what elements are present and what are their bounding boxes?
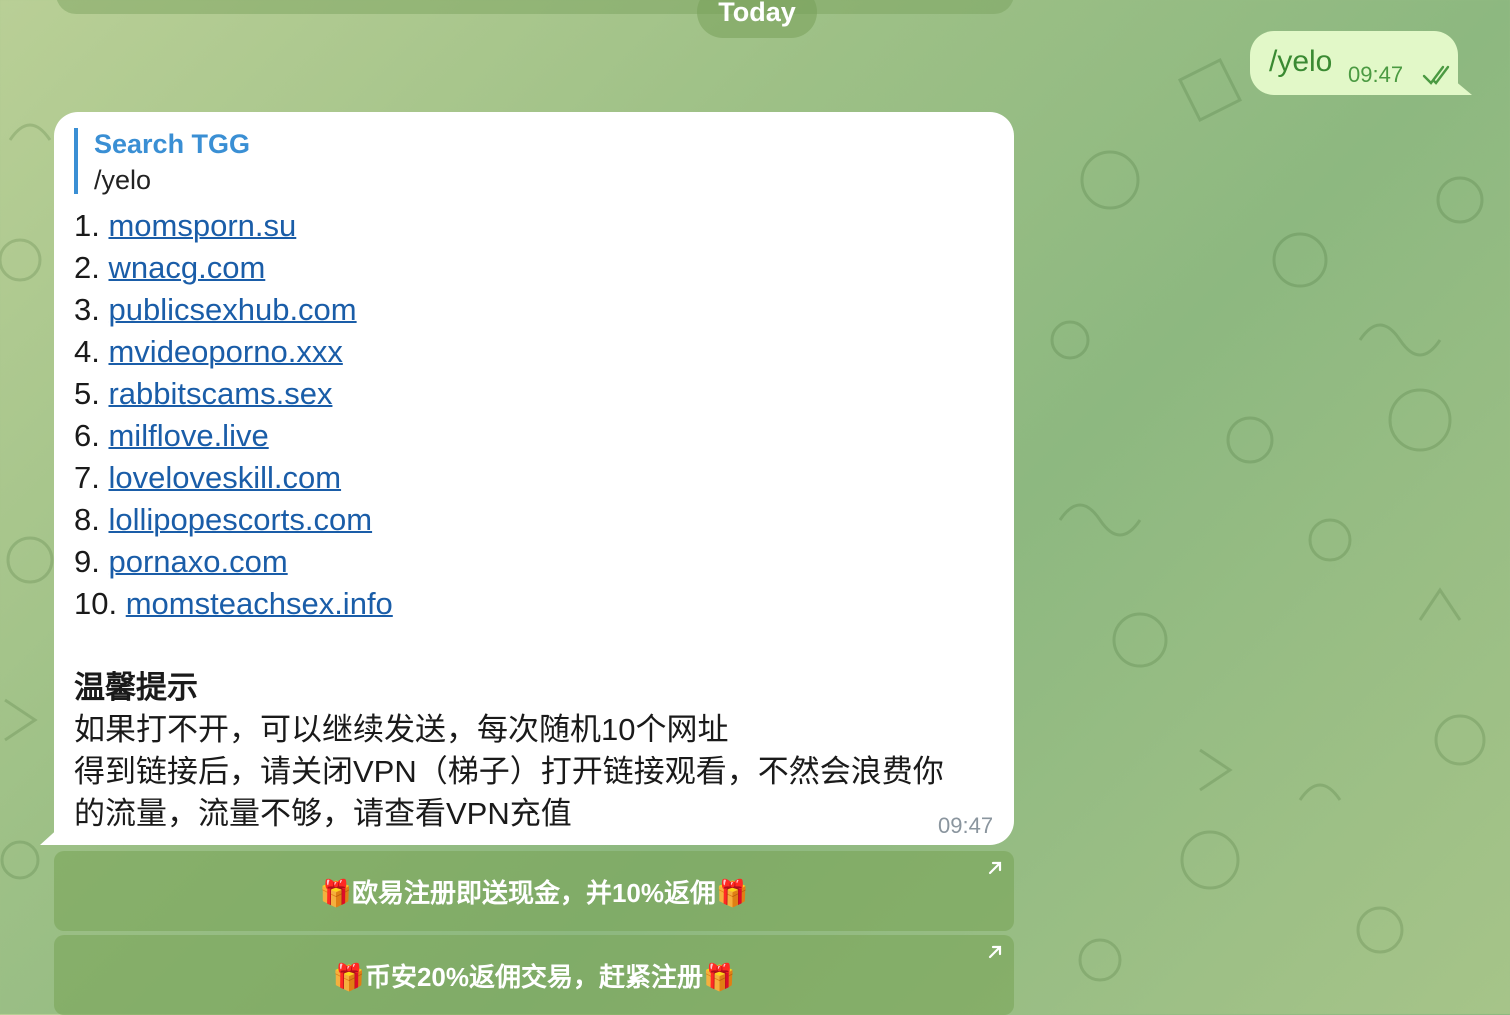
reply-quote[interactable]: Search TGG /yelo [74,128,251,195]
link[interactable]: pornaxo.com [108,544,287,579]
list-number: 10. [74,586,118,621]
list-item: 9. pornaxo.com [74,541,393,583]
link[interactable]: milflove.live [108,418,268,453]
date-separator: Today [697,0,817,38]
list-number: 1. [74,208,100,243]
list-number: 7. [74,460,100,495]
list-item: 3. publicsexhub.com [74,289,393,331]
tips-line: 的流量，流量不够，请查看VPN充值 [74,796,572,831]
outgoing-message-time: 09:47 [1348,62,1404,87]
tips-line: 如果打不开，可以继续发送，每次随机10个网址 [74,712,729,747]
list-number: 8. [74,502,100,537]
list-item: 7. loveloveskill.com [74,457,393,499]
link[interactable]: mvideoporno.xxx [108,334,342,369]
link[interactable]: momsporn.su [108,208,296,243]
inline-button-binance[interactable]: 🎁币安20%返佣交易，赶紧注册🎁 [54,935,1014,1015]
list-item: 1. momsporn.su [74,205,393,247]
list-item: 4. mvideoporno.xxx [74,331,393,373]
list-item: 8. lollipopescorts.com [74,499,393,541]
incoming-message-time: 09:47 [938,813,994,838]
list-item: 6. milflove.live [74,415,393,457]
double-check-icon [1422,65,1450,85]
inline-button-okx[interactable]: 🎁欧易注册即送现金，并10%返佣🎁 [54,851,1014,931]
inline-button-label: 🎁币安20%返佣交易，赶紧注册🎁 [332,961,736,992]
link[interactable]: lollipopescorts.com [108,502,372,537]
external-link-icon [988,861,1002,875]
link[interactable]: momsteachsex.info [126,586,393,621]
external-link-icon [988,945,1002,959]
reply-sender: Search TGG [94,129,251,159]
list-item: 5. rabbitscams.sex [74,373,393,415]
link[interactable]: loveloveskill.com [108,460,341,495]
list-item: 10. momsteachsex.info [74,583,393,625]
link[interactable]: publicsexhub.com [108,292,356,327]
link[interactable]: rabbitscams.sex [108,376,332,411]
list-number: 9. [74,544,100,579]
tips-line: 得到链接后，请关闭VPN（梯子）打开链接观看，不然会浪费你 [74,754,944,789]
previous-message-bottom [56,0,1014,14]
list-number: 2. [74,250,100,285]
outgoing-message-text: /yelo [1269,45,1333,78]
date-separator-label: Today [718,0,796,27]
link[interactable]: wnacg.com [108,250,265,285]
tips-block: 温馨提示 如果打不开，可以继续发送，每次随机10个网址 得到链接后，请关闭VPN… [74,667,994,835]
inline-button-label: 🎁欧易注册即送现金，并10%返佣🎁 [319,877,749,908]
list-item: 2. wnacg.com [74,247,393,289]
list-number: 6. [74,418,100,453]
list-number: 4. [74,334,100,369]
link-list: 1. momsporn.su 2. wnacg.com 3. publicsex… [74,205,393,625]
list-number: 3. [74,292,100,327]
outgoing-message[interactable]: /yelo 09:47 [1250,31,1458,95]
list-number: 5. [74,376,100,411]
reply-text: /yelo [94,165,152,195]
incoming-message[interactable]: Search TGG /yelo 1. momsporn.su 2. wnacg… [54,112,1014,845]
tips-title: 温馨提示 [74,670,198,705]
